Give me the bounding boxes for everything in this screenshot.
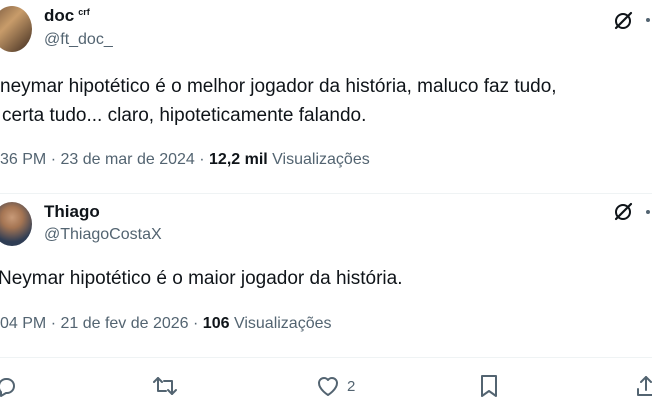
like-button[interactable]: 2: [315, 374, 355, 398]
views-count: 12,2 mil: [209, 151, 268, 168]
heart-icon: [315, 374, 341, 398]
divider: [0, 193, 652, 194]
tweet-meta: 36 PM · 23 de mar de 2024 · 12,2 mil Vis…: [0, 151, 370, 169]
author-handle[interactable]: @ft_doc_: [44, 31, 113, 49]
more-icon[interactable]: [646, 18, 650, 22]
timestamp[interactable]: 36 PM · 23 de mar de 2024 ·: [0, 151, 205, 168]
author-handle[interactable]: @ThiagoCostaX: [44, 226, 162, 244]
avatar-thiago[interactable]: [0, 202, 32, 246]
reply-icon[interactable]: [0, 374, 18, 398]
tweet-text-line2: certa tudo... claro, hipoteticamente fal…: [2, 105, 367, 126]
more-icon[interactable]: [646, 210, 650, 214]
tweet-text-line1: neymar hipotético é o melhor jogador da …: [0, 76, 557, 97]
name-badge: crf: [78, 7, 90, 17]
bookmark-icon[interactable]: [478, 374, 500, 398]
more-dot: [646, 18, 650, 22]
retweet-icon[interactable]: [152, 374, 178, 398]
author-name-thiago[interactable]: Thiago: [44, 202, 100, 222]
timestamp[interactable]: 04 PM · 21 de fev de 2026 ·: [0, 315, 198, 332]
divider: [0, 357, 652, 358]
views-label: Visualizações: [272, 151, 370, 168]
like-count: 2: [347, 377, 356, 395]
tweet-meta: 04 PM · 21 de fev de 2026 · 106 Visualiz…: [0, 315, 332, 333]
avatar-doc[interactable]: [0, 6, 32, 52]
author-name-doc[interactable]: doc crf: [44, 6, 90, 26]
tweet-text: Neymar hipotético é o maior jogador da h…: [0, 268, 403, 289]
share-icon[interactable]: [634, 374, 652, 398]
views-count: 106: [202, 315, 230, 332]
more-dot: [646, 210, 650, 214]
grok-icon[interactable]: [612, 10, 634, 32]
display-name: doc: [44, 6, 75, 25]
grok-icon[interactable]: [612, 201, 634, 223]
views-label: Visualizações: [233, 315, 332, 332]
